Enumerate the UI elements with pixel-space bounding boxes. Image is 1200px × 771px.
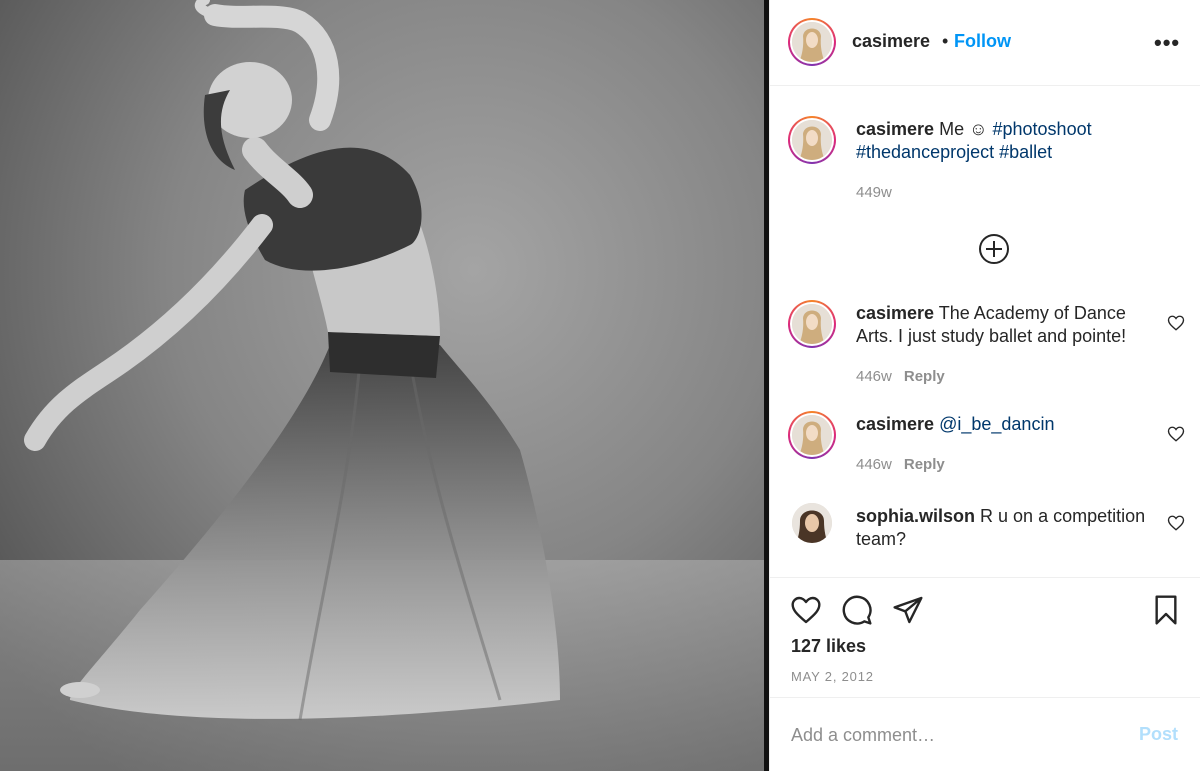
caption-username[interactable]: casimere xyxy=(856,119,934,139)
heart-icon[interactable] xyxy=(790,594,822,626)
author-avatar[interactable] xyxy=(788,18,836,66)
caption-time: 449w xyxy=(856,184,892,201)
share-icon[interactable] xyxy=(892,594,924,626)
follow-button[interactable]: Follow xyxy=(954,31,1011,52)
dancer-image xyxy=(0,0,764,771)
likes-count[interactable]: 127 likes xyxy=(791,636,866,657)
comment-username[interactable]: casimere xyxy=(856,414,934,434)
commenter-avatar[interactable] xyxy=(788,411,836,459)
caption-timestamp[interactable]: 449w xyxy=(856,184,892,201)
comment-username[interactable]: casimere xyxy=(856,303,934,323)
avatar-photo-icon xyxy=(792,120,832,160)
author-username[interactable]: casimere xyxy=(852,31,930,52)
plus-circle-icon[interactable] xyxy=(978,233,1010,265)
add-comment-bar: Post xyxy=(770,697,1200,771)
commenter-avatar[interactable] xyxy=(792,503,832,543)
avatar-photo-icon xyxy=(792,22,832,62)
comment-input[interactable] xyxy=(791,720,1121,750)
comment-meta: 446w Reply xyxy=(856,368,945,385)
comment-time[interactable]: 446w xyxy=(856,456,892,473)
like-comment-heart-icon[interactable] xyxy=(1167,514,1185,532)
avatar-photo-icon xyxy=(792,304,832,344)
reply-button[interactable]: Reply xyxy=(904,456,945,473)
comment-text: casimere @i_be_dancin xyxy=(856,413,1156,436)
bookmark-icon[interactable] xyxy=(1150,594,1182,626)
header-separator: • xyxy=(942,31,949,51)
post-sidebar: casimere • Follow ••• casimere Me ☺ #pho… xyxy=(769,0,1200,771)
comment-text: casimere The Academy of Dance Arts. I ju… xyxy=(856,302,1156,348)
post-header: casimere • Follow ••• xyxy=(770,0,1200,86)
like-comment-heart-icon[interactable] xyxy=(1167,314,1185,332)
hashtag-link[interactable]: #photoshoot xyxy=(993,119,1092,139)
caption-avatar[interactable] xyxy=(788,116,836,164)
hashtag-link[interactable]: #ballet xyxy=(999,142,1052,162)
avatar-photo-icon xyxy=(792,503,832,543)
post-comment-button[interactable]: Post xyxy=(1139,724,1178,745)
more-options-icon[interactable]: ••• xyxy=(1154,30,1180,56)
commenter-avatar[interactable] xyxy=(788,300,836,348)
like-comment-heart-icon[interactable] xyxy=(1167,425,1185,443)
comment-text: sophia.wilson R u on a competition team? xyxy=(856,505,1156,551)
avatar-photo-icon xyxy=(792,415,832,455)
mention-link[interactable]: @i_be_dancin xyxy=(939,414,1054,434)
caption-text: casimere Me ☺ #photoshoot #thedanceproje… xyxy=(856,118,1156,164)
comment-username[interactable]: sophia.wilson xyxy=(856,506,975,526)
comment-icon[interactable] xyxy=(841,594,873,626)
comment-time[interactable]: 446w xyxy=(856,368,892,385)
post-photo[interactable] xyxy=(0,0,764,771)
caption-body: Me ☺ xyxy=(939,119,988,139)
hashtag-link[interactable]: #thedanceproject xyxy=(856,142,994,162)
post-actions: 127 likes MAY 2, 2012 xyxy=(770,577,1200,697)
comment-meta: 446w Reply xyxy=(856,456,945,473)
post-date: MAY 2, 2012 xyxy=(791,669,874,684)
reply-button[interactable]: Reply xyxy=(904,368,945,385)
